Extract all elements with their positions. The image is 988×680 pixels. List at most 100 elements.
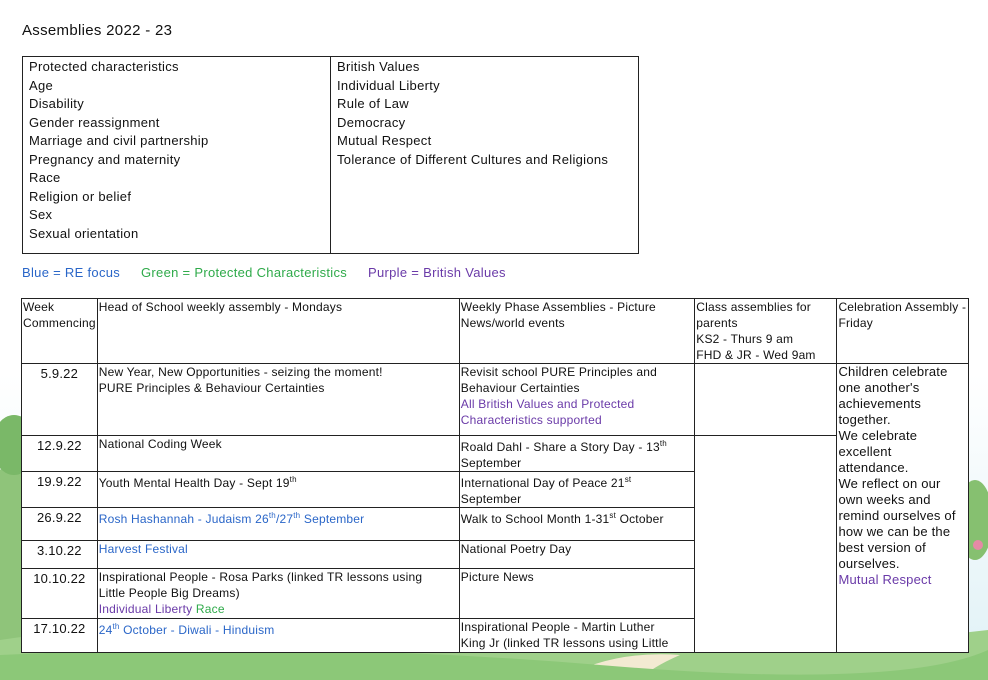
phase-line: Revisit school PURE Principles and <box>460 365 657 379</box>
table-header-row: Week Commencing Head of School weekly as… <box>21 298 969 364</box>
phase-cell: Walk to School Month 1-31st October <box>458 507 696 541</box>
phase-cell: National Poetry Day <box>458 540 696 569</box>
legend-blue: Blue = RE focus <box>22 265 121 280</box>
celebration-cell: Children celebrate one another's achieve… <box>836 363 969 653</box>
protected-item: Gender reassignment <box>29 114 160 130</box>
header-phase-line: News/world events <box>460 316 565 330</box>
hos-superscript: th <box>289 475 297 484</box>
celebration-line: remind ourselves of <box>838 508 956 523</box>
table-row: 12.9.22 National Coding Week Roald Dahl … <box>21 435 969 653</box>
protected-item: Age <box>29 77 54 93</box>
hos-line: Little People Big Dreams) <box>98 586 240 600</box>
celebration-line: together. <box>838 412 891 427</box>
phase-line: King Jr (linked TR lessons using Little <box>460 636 669 650</box>
hos-superscript: th <box>112 622 120 631</box>
week-cell: 10.10.22 <box>21 568 98 619</box>
header-class-line: FHD & JR - Wed 9am <box>696 348 816 362</box>
hos-text: September <box>300 512 365 526</box>
header-head-of-school: Head of School weekly assembly - Mondays <box>96 298 460 364</box>
protected-characteristics-cell: Protected characteristics Age Disability… <box>22 56 331 254</box>
phase-text: International Day of Peace 21 <box>460 476 625 490</box>
header-phase: Weekly Phase Assemblies - Picture News/w… <box>458 298 696 364</box>
british-item: Tolerance of Different Cultures and Reli… <box>337 151 609 167</box>
protected-item: Pregnancy and maternity <box>29 151 181 167</box>
hos-text: 24 <box>98 623 113 637</box>
protected-item: Race <box>29 170 61 185</box>
class-cell <box>694 363 838 436</box>
hos-cell: New Year, New Opportunities - seizing th… <box>96 363 460 436</box>
legend-green: Green = Protected Characteristics <box>141 265 348 280</box>
celebration-line: excellent <box>838 444 892 459</box>
celebration-line: ourselves. <box>838 556 900 571</box>
week-cell: 26.9.22 <box>21 507 98 541</box>
assembly-schedule-table: Week Commencing Head of School weekly as… <box>21 298 969 653</box>
hos-cell: National Coding Week <box>96 435 460 472</box>
hos-line: New Year, New Opportunities - seizing th… <box>98 365 383 379</box>
british-item: Individual Liberty <box>337 77 440 93</box>
hos-value-tag: Individual Liberty <box>98 602 193 616</box>
week-cell: 12.9.22 <box>21 435 98 472</box>
table-row: 5.9.22 New Year, New Opportunities - sei… <box>21 363 969 653</box>
british-item: Mutual Respect <box>337 133 432 148</box>
header-class-assemblies: Class assemblies for parents KS2 - Thurs… <box>694 298 838 364</box>
week-cell: 19.9.22 <box>21 471 98 508</box>
celebration-line: how we can be the <box>838 524 951 539</box>
phase-text: Walk to School Month 1-31 <box>460 512 610 526</box>
hos-line: Inspirational People - Rosa Parks (linke… <box>98 570 423 584</box>
header-week-line: Commencing <box>23 316 96 330</box>
header-class-line: KS2 - Thurs 9 am <box>696 332 794 346</box>
phase-cell: Revisit school PURE Principles and Behav… <box>458 363 696 436</box>
hos-cell: Youth Mental Health Day - Sept 19th <box>96 471 460 508</box>
hos-cell: Rosh Hashannah - Judaism 26th/27th Septe… <box>96 507 460 541</box>
british-item: Rule of Law <box>337 96 409 111</box>
celebration-line: best version of <box>838 540 926 555</box>
phase-cell: Picture News <box>458 568 696 619</box>
phase-line: Behaviour Certainties <box>460 381 580 395</box>
hos-characteristic-tag: Race <box>195 602 225 616</box>
values-reference-table: Protected characteristics Age Disability… <box>22 56 639 254</box>
hos-cell: Harvest Festival <box>96 540 460 569</box>
hos-text: Rosh Hashannah - Judaism 26 <box>98 512 269 526</box>
phase-cell: Inspirational People - Martin Luther Kin… <box>458 618 696 653</box>
week-cell: 5.9.22 <box>21 363 98 436</box>
header-celebration: Celebration Assembly - Friday <box>836 298 969 364</box>
celebration-value: Mutual Respect <box>838 572 932 587</box>
color-legend: Blue = RE focus Green = Protected Charac… <box>22 265 523 280</box>
british-heading: British Values <box>337 59 420 74</box>
phase-text: Roald Dahl - Share a Story Day - 13 <box>460 440 660 454</box>
hos-text: October - Diwali - Hinduism <box>119 623 275 637</box>
protected-item: Sexual orientation <box>29 225 139 241</box>
week-cell: 3.10.22 <box>21 540 98 569</box>
celebration-line: Children celebrate <box>838 364 948 379</box>
protected-item: Sex <box>29 207 53 222</box>
header-week: Week Commencing <box>21 298 98 364</box>
british-item: Democracy <box>337 114 406 130</box>
hos-cell: Inspirational People - Rosa Parks (linke… <box>96 568 460 619</box>
phase-line: September <box>460 456 522 470</box>
phase-line: Characteristics supported <box>460 413 602 427</box>
phase-line: Inspirational People - Martin Luther <box>460 620 655 634</box>
header-phase-line: Weekly Phase Assemblies - Picture <box>460 300 656 314</box>
phase-superscript: st <box>624 475 632 484</box>
hos-cell: 24th October - Diwali - Hinduism <box>96 618 460 653</box>
british-values-cell: British Values Individual Liberty Rule o… <box>330 56 639 254</box>
celebration-line: one another's <box>838 380 920 395</box>
hos-text: Youth Mental Health Day - Sept 19 <box>98 476 290 490</box>
header-celebration-line: Celebration Assembly - <box>838 300 967 314</box>
protected-item: Disability <box>29 96 85 111</box>
protected-item: Religion or belief <box>29 188 132 204</box>
celebration-line: We reflect on our <box>838 476 941 491</box>
hos-line: PURE Principles & Behaviour Certainties <box>98 381 325 395</box>
celebration-line: attendance. <box>838 460 909 475</box>
protected-heading: Protected characteristics <box>29 59 179 74</box>
header-week-line: Week <box>23 300 55 314</box>
hos-superscript: th <box>268 511 276 520</box>
protected-item: Marriage and civil partnership <box>29 133 209 148</box>
phase-superscript: th <box>659 439 667 448</box>
phase-text: October <box>616 512 664 526</box>
legend-purple: Purple = British Values <box>368 265 506 280</box>
week-cell: 17.10.22 <box>21 618 98 653</box>
class-cell <box>694 435 838 653</box>
celebration-line: We celebrate <box>838 428 918 443</box>
phase-line: All British Values and Protected <box>460 397 635 411</box>
